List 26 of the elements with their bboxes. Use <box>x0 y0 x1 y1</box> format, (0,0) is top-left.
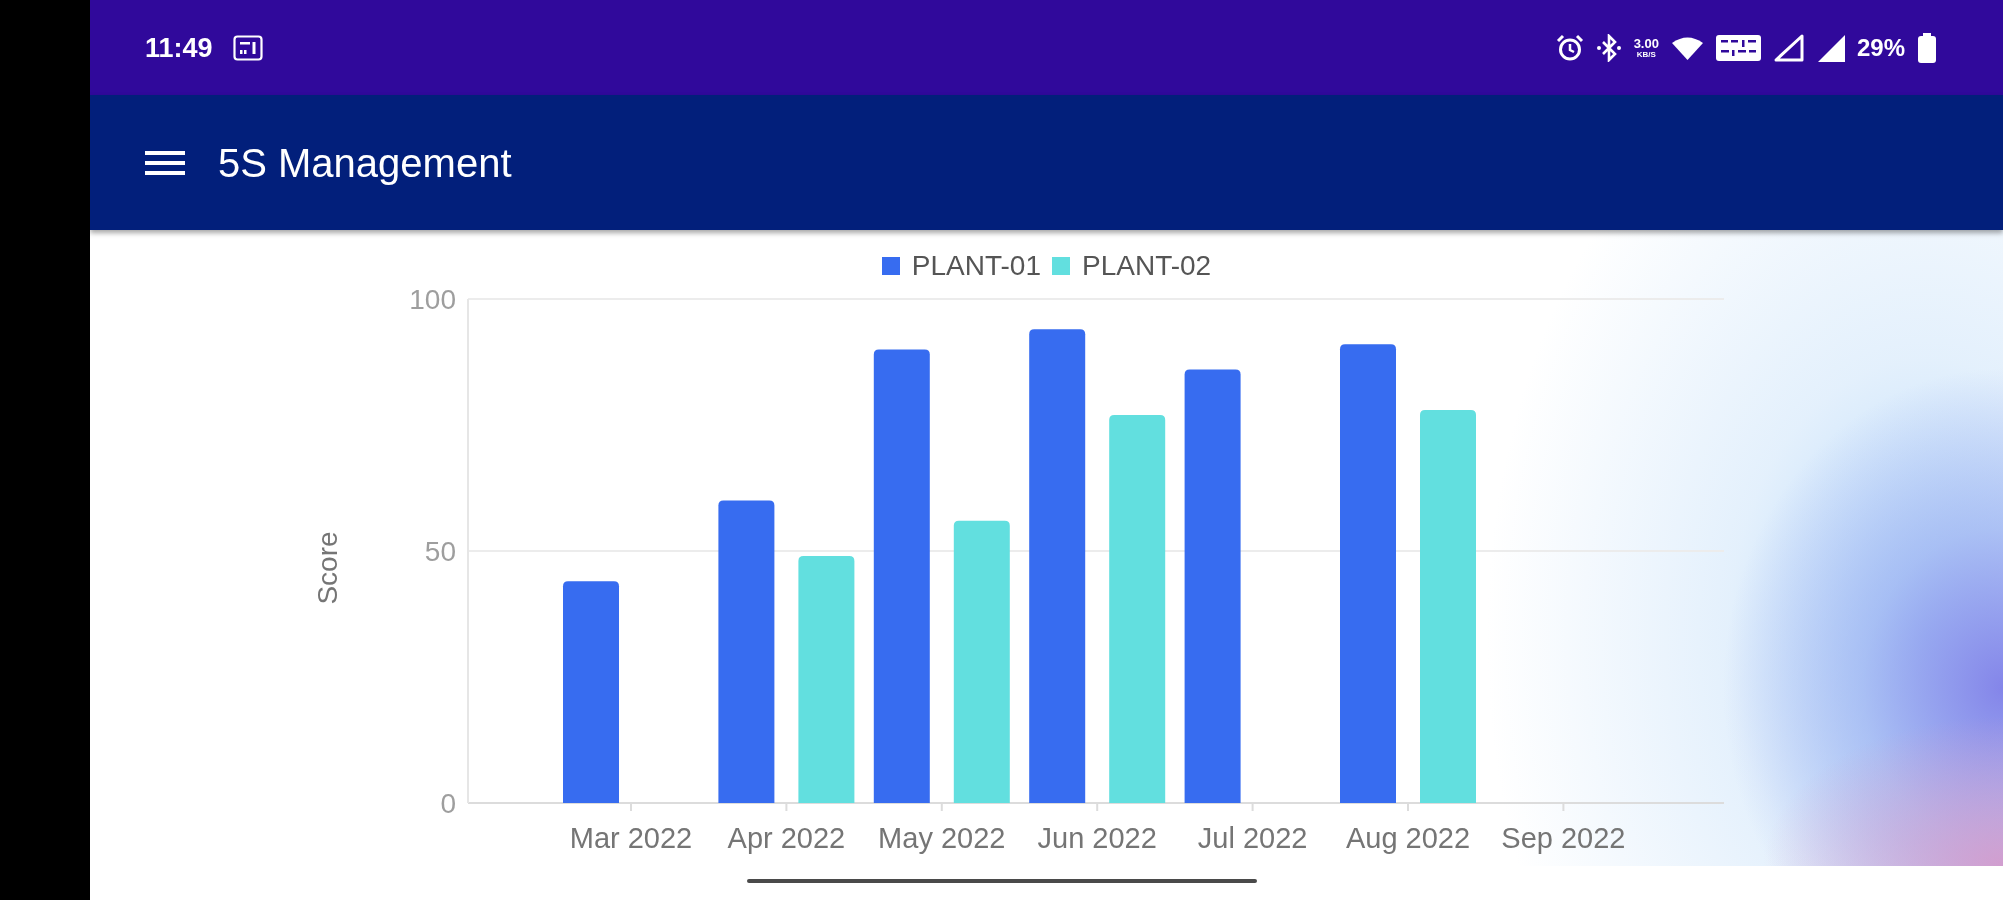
notification-icon <box>232 34 263 61</box>
y-axis-label: 0 <box>440 788 456 819</box>
signal-icon <box>1772 33 1805 62</box>
legend-label: PLANT-01 <box>911 250 1041 282</box>
clock-time: 11:49 <box>145 32 213 63</box>
battery-percent: 29% <box>1856 33 1905 62</box>
x-axis-label: May 2022 <box>878 822 1006 854</box>
axis-title: Score <box>312 531 343 605</box>
network-speed-value: 3.00 <box>1633 36 1659 50</box>
data-badge-icon <box>1715 34 1761 61</box>
x-axis-label: Mar 2022 <box>569 822 693 854</box>
app-title: 5S Management <box>218 139 512 186</box>
menu-icon[interactable] <box>145 148 185 177</box>
x-axis-label: Aug 2022 <box>1345 822 1471 854</box>
signal-icon <box>1816 33 1845 62</box>
legend-label: PLANT-02 <box>1082 250 1212 282</box>
y-axis-label: 50 <box>424 536 456 567</box>
bluetooth-icon <box>1595 33 1622 62</box>
x-axis-label: Jun 2022 <box>1037 822 1157 854</box>
alarm-icon <box>1555 33 1584 62</box>
battery-icon <box>1917 32 1937 63</box>
x-axis-label: Sep 2022 <box>1501 822 1626 854</box>
network-speed-unit: KB/S <box>1636 50 1656 59</box>
x-axis-label: Jul 2022 <box>1197 822 1308 854</box>
x-axis-label: Apr 2022 <box>727 822 846 854</box>
y-axis-label: 100 <box>409 284 456 315</box>
